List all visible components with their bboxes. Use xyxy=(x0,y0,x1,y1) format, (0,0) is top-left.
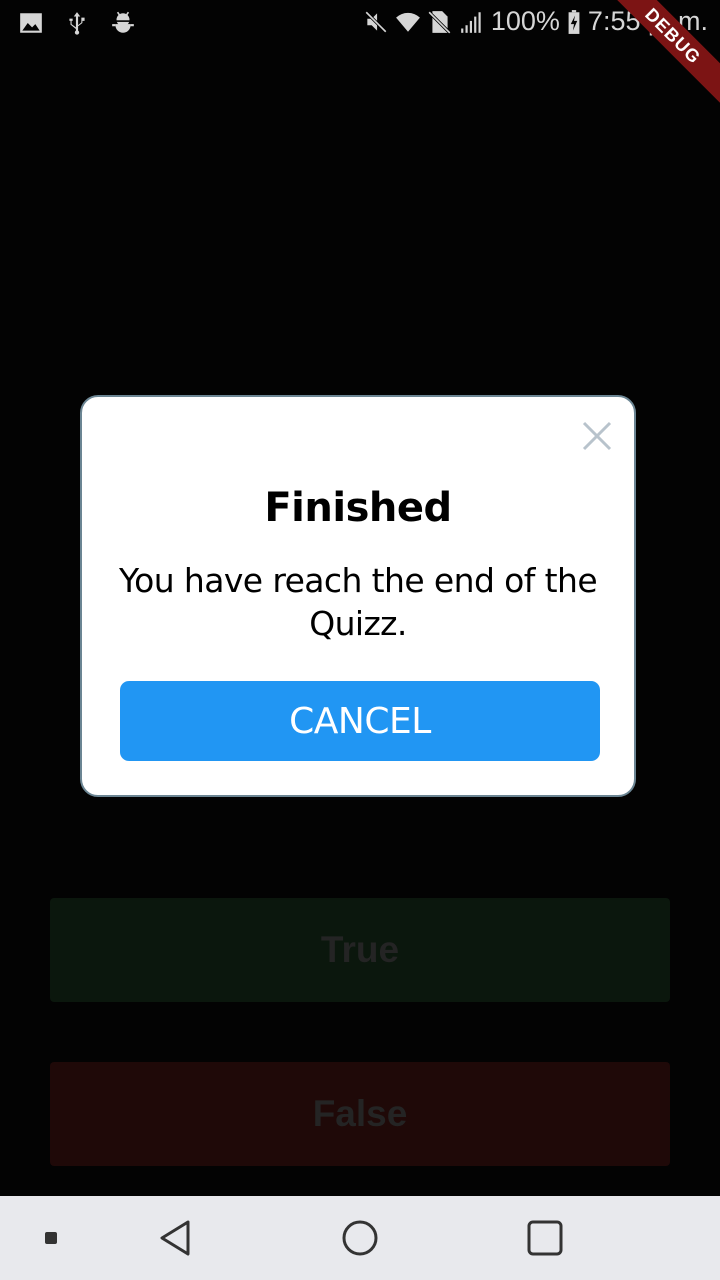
notification-dot-button[interactable] xyxy=(36,1196,66,1280)
cancel-button[interactable]: CANCEL xyxy=(120,681,600,761)
false-button-label: False xyxy=(312,1093,408,1134)
battery-percent: 100% xyxy=(490,6,560,36)
signal-icon xyxy=(461,11,481,33)
recents-button[interactable] xyxy=(520,1196,570,1280)
notification-dot-icon xyxy=(45,1232,57,1244)
mute-icon xyxy=(364,10,387,33)
battery-charging-icon xyxy=(568,9,580,34)
image-icon xyxy=(20,13,42,33)
status-bar: 100% 7:55 p. m. xyxy=(0,0,720,48)
finished-dialog: Finished You have reach the end of the Q… xyxy=(80,395,636,797)
dialog-title: Finished xyxy=(264,485,452,531)
close-icon[interactable] xyxy=(580,419,614,453)
cancel-button-label: CANCEL xyxy=(289,700,431,742)
android-debug-icon xyxy=(112,11,134,33)
home-icon xyxy=(342,1220,378,1256)
home-button[interactable] xyxy=(335,1196,385,1280)
true-button-label: True xyxy=(320,929,400,970)
back-button[interactable] xyxy=(150,1196,200,1280)
recents-icon xyxy=(527,1220,563,1256)
navigation-bar xyxy=(0,1196,720,1280)
false-button[interactable]: False xyxy=(50,1062,670,1166)
no-sim-icon xyxy=(427,10,451,34)
dialog-message: You have reach the end of the Quizz. xyxy=(118,561,598,643)
back-icon xyxy=(160,1220,190,1256)
usb-icon xyxy=(69,12,85,35)
wifi-icon xyxy=(395,12,420,32)
true-button[interactable]: True xyxy=(50,898,670,1002)
